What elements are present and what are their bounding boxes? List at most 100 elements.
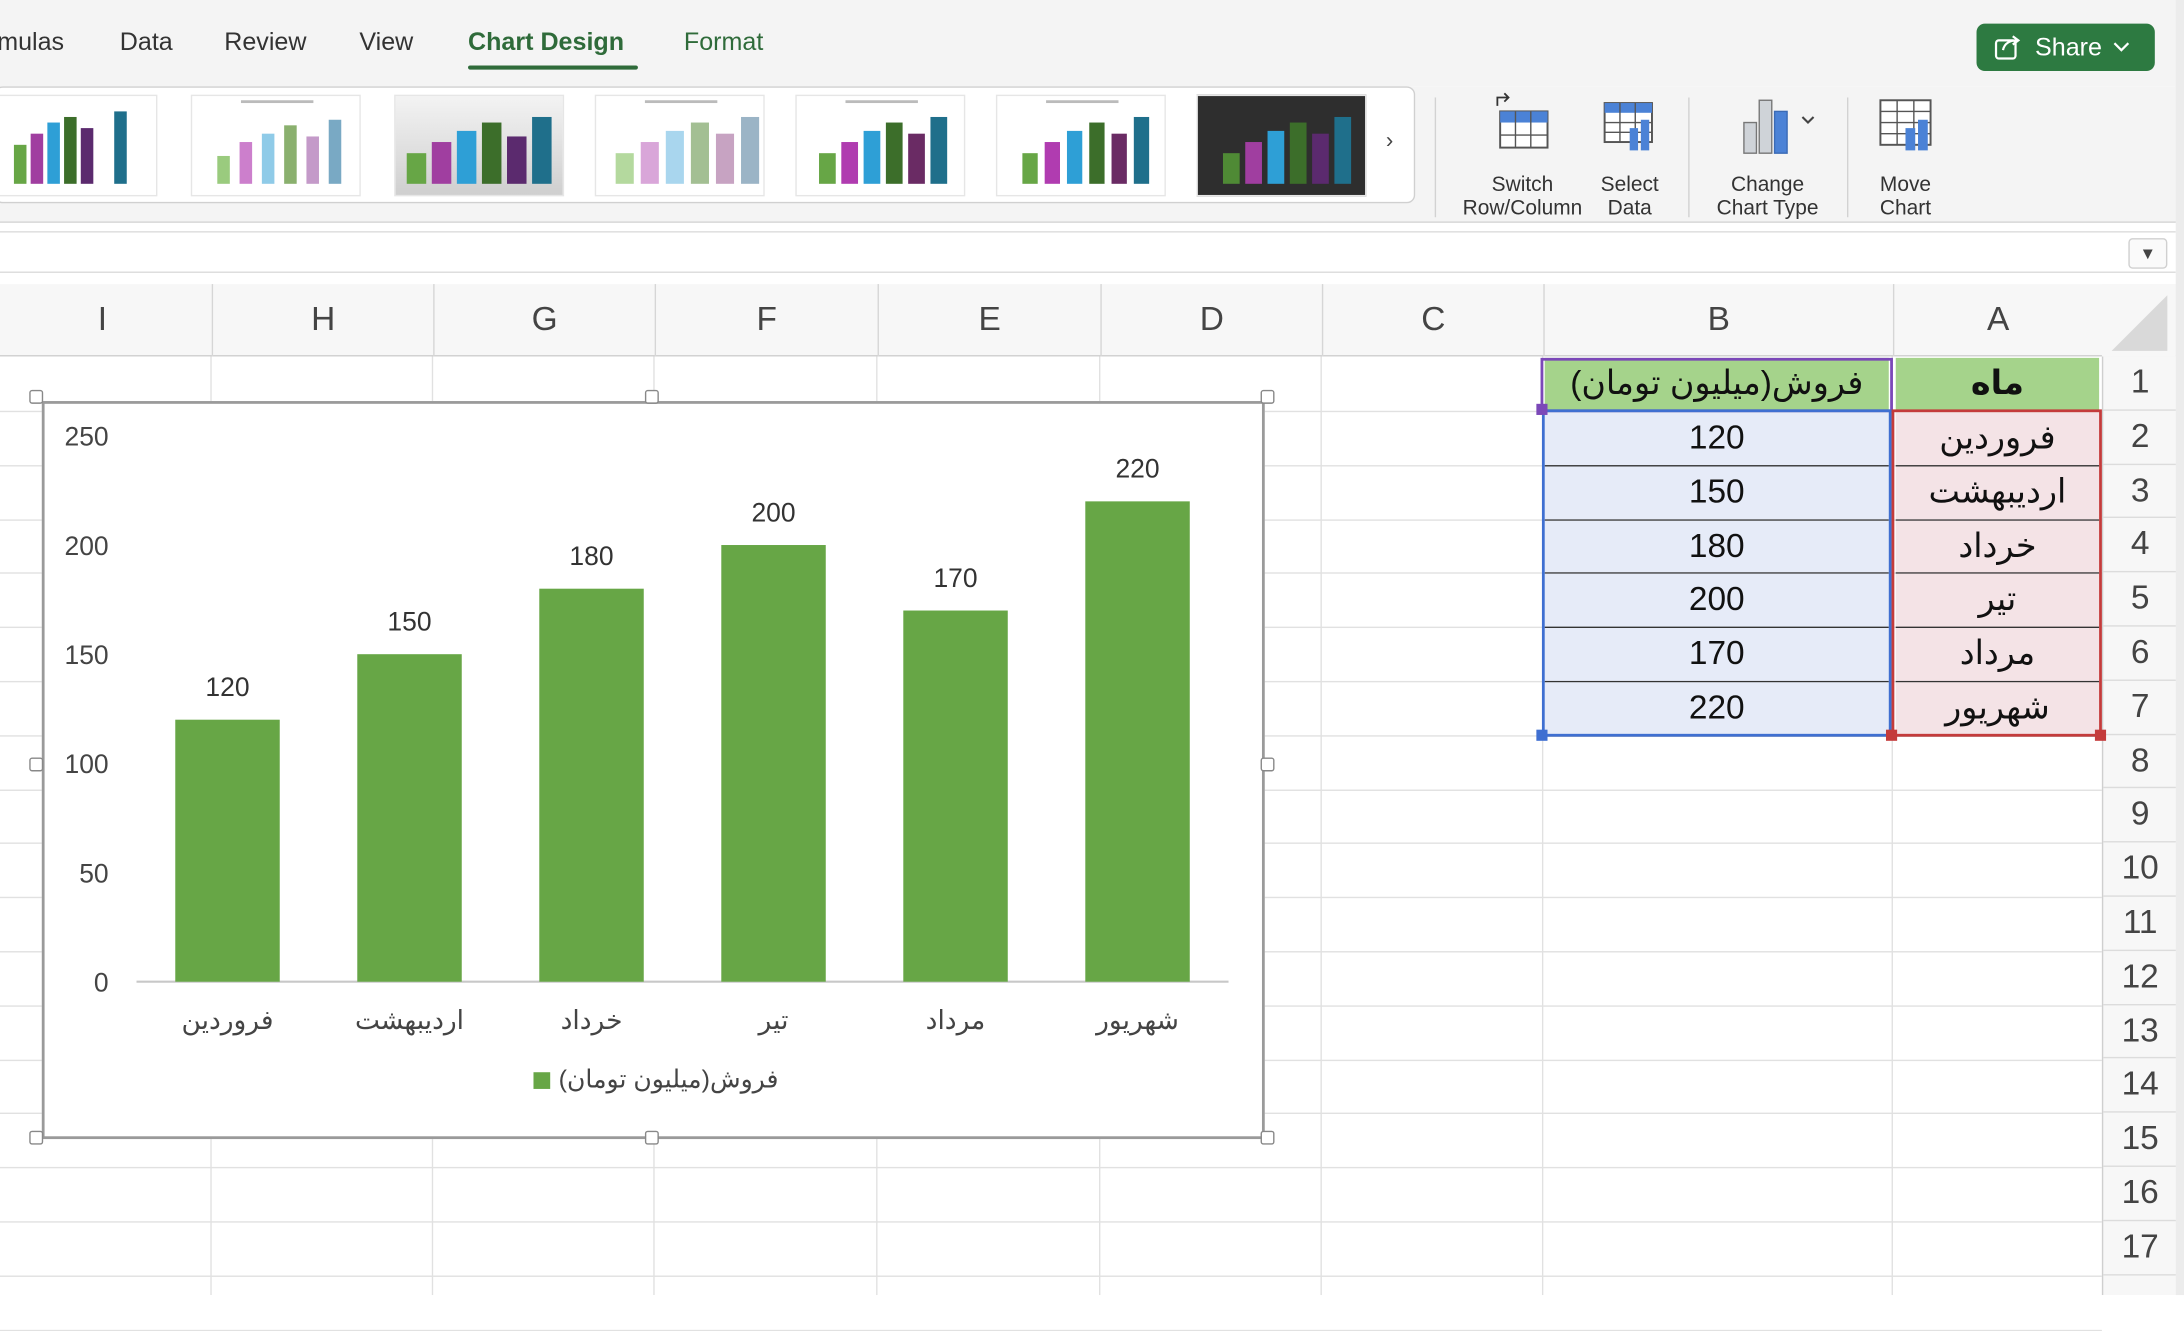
chart-style-1[interactable] <box>0 94 158 197</box>
bar <box>357 654 462 982</box>
formula-bar-expand-button[interactable]: ▼ <box>2128 238 2168 269</box>
chart-style-6[interactable] <box>995 94 1166 197</box>
row-header-17[interactable]: 17 <box>2103 1221 2178 1275</box>
data-label: 180 <box>569 541 613 571</box>
row-header-16[interactable]: 16 <box>2103 1167 2178 1221</box>
chart-resize-handle-br[interactable] <box>1260 1130 1275 1145</box>
column-header-a[interactable]: A <box>1892 284 2102 357</box>
share-button[interactable]: Share <box>1976 23 2155 72</box>
chart-style-2[interactable] <box>190 94 361 197</box>
row-header-12[interactable]: 12 <box>2103 951 2178 1005</box>
row-header-10[interactable]: 10 <box>2103 843 2178 897</box>
row-gridline <box>0 1275 2102 1277</box>
chart-style-5[interactable] <box>795 94 966 197</box>
ribbon-body: › Switch Row/Column Select Data Change C… <box>0 86 2184 223</box>
chart-resize-handle-bl[interactable] <box>29 1130 44 1145</box>
select-label-line2: Data <box>1607 196 1652 221</box>
row-header-7[interactable]: 7 <box>2103 681 2178 735</box>
tab-format[interactable]: Format <box>684 28 763 57</box>
formula-bar[interactable]: ▼ <box>0 231 2176 273</box>
data-label: 120 <box>205 672 249 702</box>
bar <box>175 719 280 982</box>
chart-resize-handle-left[interactable] <box>29 757 44 772</box>
row-header-15[interactable]: 15 <box>2103 1113 2178 1167</box>
data-label: 150 <box>387 607 431 637</box>
data-label: 200 <box>751 497 795 527</box>
share-icon <box>1994 35 2021 60</box>
tab-chart-design[interactable]: Chart Design <box>468 28 624 57</box>
range-handle[interactable] <box>1536 403 1548 415</box>
column-header-e[interactable]: E <box>877 284 1101 357</box>
bar-chart: 0 50 100 150 200 250 120 فروردین 150 اردیبهشت 180 خ… <box>64 422 1229 1036</box>
row-header-8[interactable]: 8 <box>2103 735 2178 789</box>
range-handle[interactable] <box>1885 729 1898 741</box>
switch-row-column-button[interactable]: Switch Row/Column <box>1458 92 1586 220</box>
chart-style-4[interactable] <box>594 94 765 197</box>
chart-resize-handle-tl[interactable] <box>29 389 44 404</box>
change-chart-type-button[interactable]: Change Chart Type <box>1702 92 1833 220</box>
row-header-5[interactable]: 5 <box>2103 573 2178 627</box>
select-all-corner[interactable] <box>2101 284 2176 357</box>
chart-resize-handle-bottom[interactable] <box>644 1130 659 1145</box>
switch-row-column-icon <box>1496 92 1549 149</box>
bar <box>539 588 644 982</box>
column-header-c[interactable]: C <box>1321 284 1543 357</box>
cell-a1-month-header[interactable]: ماه <box>1895 357 2100 412</box>
worksheet-grid[interactable]: I H G F E D C B A 1 2 3 4 5 6 7 8 9 10 11 12 13 14 15 1… <box>0 284 2178 1331</box>
chart-styles-gallery: › <box>0 86 1416 204</box>
row-header-14[interactable]: 14 <box>2103 1059 2178 1113</box>
column-header-b[interactable]: B <box>1543 284 1893 357</box>
tab-formulas[interactable]: mulas <box>0 28 64 57</box>
column-header-bar: I H G F E D C B A <box>0 284 2176 357</box>
column-header-f[interactable]: F <box>654 284 878 357</box>
row-header-2[interactable]: 2 <box>2103 411 2178 465</box>
select-label-line1: Select <box>1600 172 1659 197</box>
tab-view[interactable]: View <box>359 28 413 57</box>
row-header-6[interactable]: 6 <box>2103 627 2178 681</box>
chart-style-7[interactable] <box>1196 94 1367 197</box>
move-chart-button[interactable]: Move Chart <box>1866 92 1944 220</box>
chart-resize-handle-tr[interactable] <box>1260 389 1275 404</box>
move-label-line1: Move <box>1879 172 1932 197</box>
row-gridline <box>0 1221 2102 1223</box>
row-header-4[interactable]: 4 <box>2103 519 2178 573</box>
chart-style-3[interactable] <box>394 94 565 197</box>
window-edge <box>2175 0 2184 1296</box>
select-data-icon <box>1603 102 1653 151</box>
row-header-1[interactable]: 1 <box>2103 356 2178 411</box>
chart-resize-handle-right[interactable] <box>1260 757 1275 772</box>
tab-review[interactable]: Review <box>224 28 306 57</box>
row-header-9[interactable]: 9 <box>2103 789 2178 843</box>
column-header-d[interactable]: D <box>1100 284 1321 357</box>
range-handle[interactable] <box>1536 729 1548 741</box>
data-label: 170 <box>933 563 977 593</box>
chart-object[interactable]: 0 50 100 150 200 250 120 فروردین 150 اردیبهشت 180 خ… <box>41 401 1268 1140</box>
change-label-line1: Change <box>1730 172 1805 197</box>
row-header-3[interactable]: 3 <box>2103 465 2178 519</box>
ribbon-separator <box>1846 97 1849 218</box>
categories-range-highlight <box>1891 409 2102 737</box>
chart-legend[interactable]: فروش(میلیون تومان) <box>45 1065 1268 1094</box>
ribbon-separator <box>1434 97 1437 218</box>
row-header-11[interactable]: 11 <box>2103 897 2178 951</box>
gallery-next-arrow[interactable]: › <box>1386 130 1393 155</box>
y-tick-label: 0 <box>94 967 109 997</box>
x-tick-label: شهریور <box>1094 1005 1179 1036</box>
x-tick-label: اردیبهشت <box>355 1005 464 1036</box>
legend-label: فروش(میلیون تومان) <box>558 1065 779 1094</box>
select-data-button[interactable]: Select Data <box>1588 92 1672 220</box>
tab-data[interactable]: Data <box>120 28 173 57</box>
row-gridline <box>0 1329 2102 1331</box>
share-label: Share <box>2035 32 2102 61</box>
change-chart-type-icon <box>1743 99 1815 154</box>
column-header-g[interactable]: G <box>433 284 654 357</box>
chart-resize-handle-top[interactable] <box>644 389 659 404</box>
x-tick-label: مرداد <box>926 1005 986 1036</box>
x-tick-label: خرداد <box>561 1005 623 1036</box>
row-header-13[interactable]: 13 <box>2103 1005 2178 1059</box>
column-header-h[interactable]: H <box>211 284 433 357</box>
switch-label-line1: Switch <box>1491 172 1554 197</box>
bar <box>721 545 826 982</box>
column-header-i[interactable]: I <box>0 284 212 356</box>
range-handle[interactable] <box>2094 729 2107 741</box>
